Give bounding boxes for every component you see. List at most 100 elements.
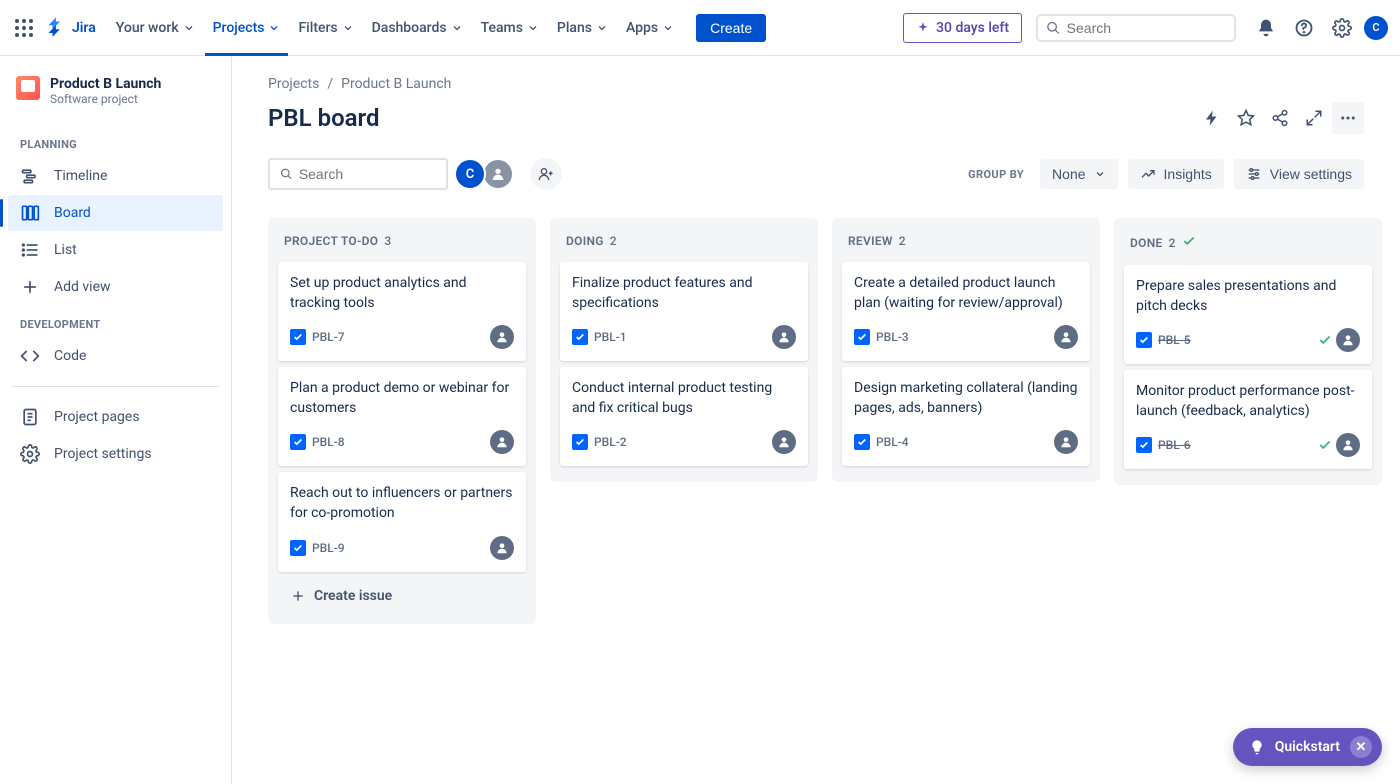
issue-key: PBL-1	[594, 330, 627, 344]
sidebar-item-project-settings[interactable]: Project settings	[8, 436, 223, 472]
share-icon[interactable]	[1264, 102, 1296, 134]
jira-logo-text: Jira	[72, 20, 96, 36]
sidebar-item-timeline[interactable]: Timeline	[8, 158, 223, 194]
card-pbl-7[interactable]: Set up product analytics and tracking to…	[278, 262, 526, 361]
board-search[interactable]	[268, 158, 448, 190]
card-pbl-2[interactable]: Conduct internal product testing and fix…	[560, 367, 808, 466]
sidebar-item-list[interactable]: List	[8, 232, 223, 268]
planning-section-label: PLANNING	[8, 126, 223, 157]
card-pbl-4[interactable]: Design marketing collateral (landing pag…	[842, 367, 1090, 466]
avatar-unassigned[interactable]	[482, 158, 514, 190]
card-title: Monitor product performance post-launch …	[1136, 382, 1360, 421]
board-search-input[interactable]	[293, 166, 436, 182]
sidebar-item-code[interactable]: Code	[8, 338, 223, 374]
add-people-button[interactable]	[530, 158, 562, 190]
top-nav: Jira Your workProjectsFiltersDashboardsT…	[0, 0, 1400, 56]
quickstart-label: Quickstart	[1275, 739, 1340, 755]
sidebar-item-board[interactable]: Board	[8, 195, 223, 231]
quickstart-close[interactable]: ✕	[1350, 736, 1372, 758]
sidebar-item-project-pages[interactable]: Project pages	[8, 399, 223, 435]
column-header: REVIEW 2	[838, 226, 1094, 258]
unassigned-avatar[interactable]	[1336, 433, 1360, 457]
add-view-label: Add view	[54, 279, 111, 295]
issue-key: PBL-4	[876, 435, 909, 449]
unassigned-avatar[interactable]	[490, 430, 514, 454]
unassigned-avatar[interactable]	[772, 430, 796, 454]
card-title: Finalize product features and specificat…	[572, 274, 796, 313]
lightbulb-icon	[1249, 739, 1265, 755]
main-content: Projects / Product B Launch PBL board C	[232, 56, 1400, 784]
unassigned-avatar[interactable]	[772, 325, 796, 349]
breadcrumb: Projects / Product B Launch	[268, 76, 1364, 92]
done-check-icon	[1318, 333, 1332, 347]
card-pbl-9[interactable]: Reach out to influencers or partners for…	[278, 472, 526, 571]
task-type-icon	[290, 540, 306, 556]
unassigned-avatar[interactable]	[1054, 325, 1078, 349]
settings-icon[interactable]	[1326, 12, 1358, 44]
search-icon	[1046, 20, 1061, 36]
view-settings-button[interactable]: View settings	[1234, 159, 1364, 189]
star-icon[interactable]	[1230, 102, 1262, 134]
unassigned-avatar[interactable]	[490, 536, 514, 560]
trial-pill[interactable]: 30 days left	[903, 13, 1022, 43]
column-project-to-do: PROJECT TO-DO 3 Set up product analytics …	[268, 218, 536, 624]
card-pbl-1[interactable]: Finalize product features and specificat…	[560, 262, 808, 361]
issue-key: PBL-7	[312, 330, 345, 344]
board-avatars: C	[458, 158, 514, 190]
user-avatar[interactable]: C	[1364, 16, 1388, 40]
task-type-icon	[1136, 332, 1152, 348]
create-button[interactable]: Create	[696, 14, 766, 42]
card-pbl-5[interactable]: Prepare sales presentations and pitch de…	[1124, 265, 1372, 364]
done-check-icon	[1182, 234, 1196, 248]
nav-item-your-work[interactable]: Your work	[108, 12, 203, 44]
fullscreen-icon[interactable]	[1298, 102, 1330, 134]
unassigned-avatar[interactable]	[1054, 430, 1078, 454]
groupby-dropdown[interactable]: None	[1040, 159, 1117, 189]
column-done: DONE 2 Prepare sales presentations and p…	[1114, 218, 1382, 485]
card-pbl-6[interactable]: Monitor product performance post-launch …	[1124, 370, 1372, 469]
nav-item-plans[interactable]: Plans	[549, 12, 616, 44]
task-type-icon	[290, 329, 306, 345]
insights-button[interactable]: Insights	[1128, 159, 1224, 189]
issue-key: PBL-6	[1158, 438, 1191, 452]
column-header: DONE 2	[1120, 226, 1376, 261]
breadcrumb-projects[interactable]: Projects	[268, 76, 319, 92]
project-subtitle: Software project	[50, 92, 161, 106]
nav-item-projects[interactable]: Projects	[205, 12, 289, 44]
avatar-user[interactable]: C	[454, 158, 486, 190]
nav-item-dashboards[interactable]: Dashboards	[364, 12, 471, 44]
card-pbl-3[interactable]: Create a detailed product launch plan (w…	[842, 262, 1090, 361]
nav-item-filters[interactable]: Filters	[290, 12, 361, 44]
task-type-icon	[290, 434, 306, 450]
more-icon[interactable]	[1332, 102, 1364, 134]
automation-icon[interactable]	[1196, 102, 1228, 134]
card-title: Prepare sales presentations and pitch de…	[1136, 277, 1360, 316]
global-search-input[interactable]	[1061, 20, 1226, 36]
nav-items: Your workProjectsFiltersDashboardsTeamsP…	[108, 12, 682, 44]
help-icon[interactable]	[1288, 12, 1320, 44]
development-section-label: DEVELOPMENT	[8, 306, 223, 337]
card-pbl-8[interactable]: Plan a product demo or webinar for custo…	[278, 367, 526, 466]
global-search[interactable]	[1036, 14, 1236, 42]
quickstart-button[interactable]: Quickstart ✕	[1233, 728, 1382, 766]
project-header[interactable]: Product B Launch Software project	[8, 76, 223, 126]
nav-item-apps[interactable]: Apps	[618, 12, 682, 44]
column-header: PROJECT TO-DO 3	[274, 226, 530, 258]
nav-item-teams[interactable]: Teams	[473, 12, 547, 44]
add-view-button[interactable]: Add view	[8, 269, 223, 305]
column-header: DOING 2	[556, 226, 812, 258]
insights-label: Insights	[1164, 166, 1212, 182]
jira-logo[interactable]: Jira	[44, 16, 96, 40]
unassigned-avatar[interactable]	[490, 325, 514, 349]
create-issue-button[interactable]: Create issue	[278, 578, 526, 614]
card-title: Create a detailed product launch plan (w…	[854, 274, 1078, 313]
trial-label: 30 days left	[936, 20, 1009, 36]
sliders-icon	[1246, 166, 1262, 182]
unassigned-avatar[interactable]	[1336, 328, 1360, 352]
breadcrumb-project[interactable]: Product B Launch	[341, 76, 451, 92]
view-settings-label: View settings	[1270, 166, 1352, 182]
app-switcher-icon[interactable]	[12, 16, 36, 40]
sparkle-icon	[916, 21, 930, 35]
notifications-icon[interactable]	[1250, 12, 1282, 44]
task-type-icon	[572, 434, 588, 450]
